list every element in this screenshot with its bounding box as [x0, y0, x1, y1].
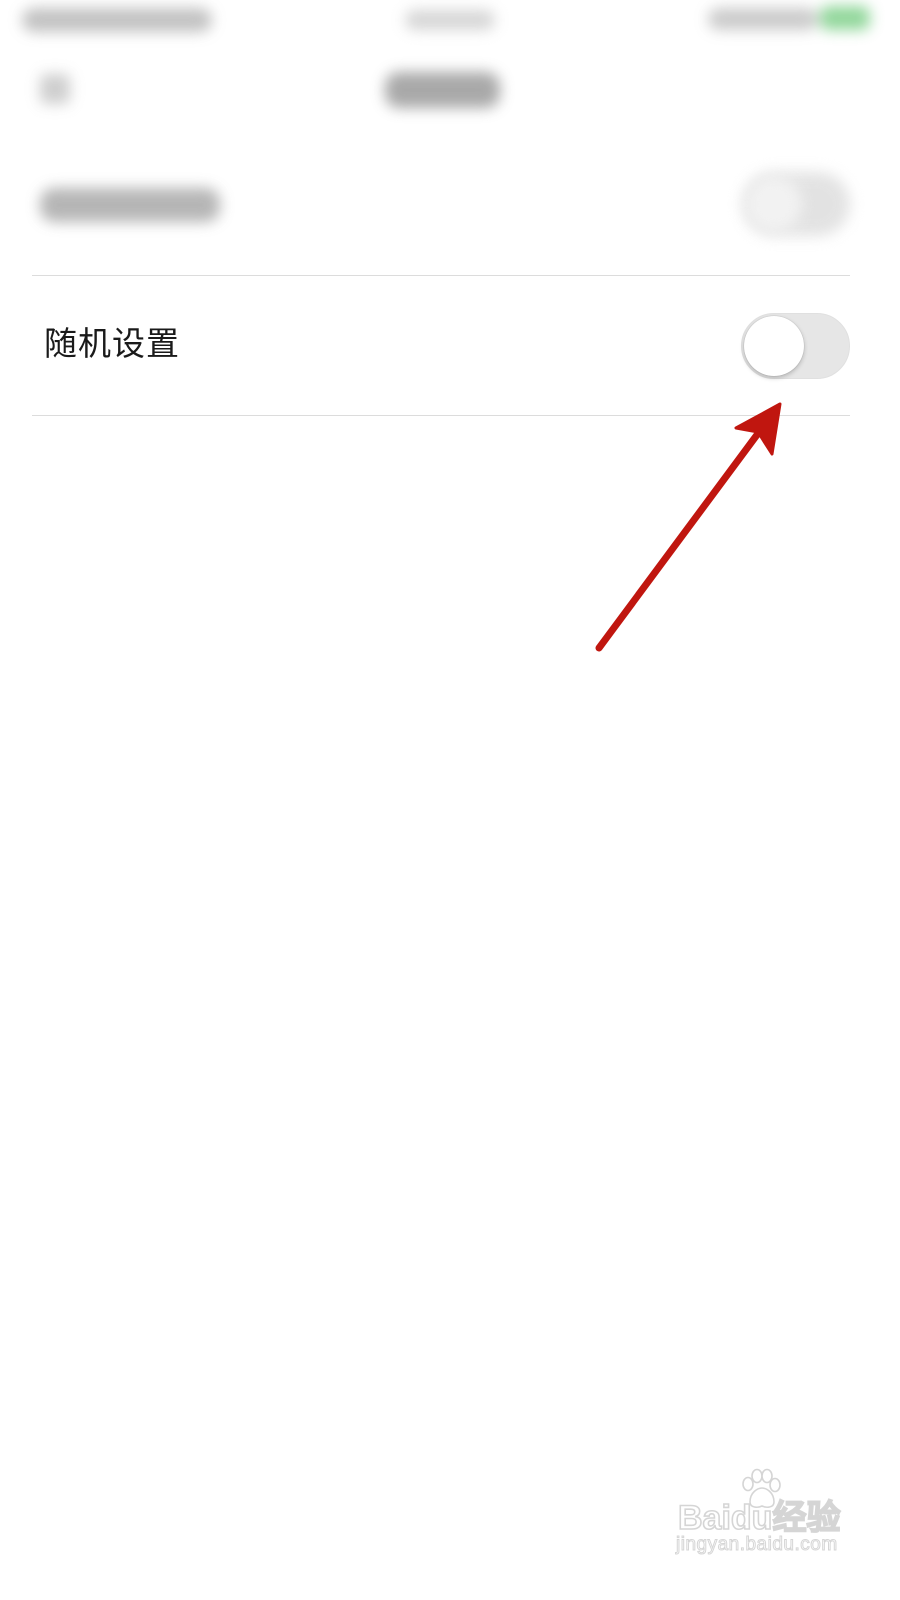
- back-arrow-icon[interactable]: [40, 74, 70, 104]
- settings-row-label: 随机设置: [44, 324, 180, 363]
- status-bar-blurred: [0, 0, 900, 50]
- random-setting-toggle[interactable]: [741, 313, 850, 379]
- settings-row-label-blurred: [40, 188, 220, 222]
- baidu-watermark: Baidu经验 jingyan.baidu.com: [672, 1468, 872, 1558]
- settings-screen: 随机设置 Baidu经验 jingyan.baidu.com: [0, 0, 900, 1600]
- status-time-blurred: [405, 10, 495, 30]
- settings-row-knob-blurred: [746, 176, 802, 232]
- annotation-arrow-icon: [595, 402, 782, 652]
- status-carrier-blurred: [22, 8, 212, 32]
- divider: [32, 415, 850, 416]
- toggle-knob: [744, 316, 804, 376]
- battery-icon: [820, 6, 870, 30]
- watermark-brand: Baidu经验: [677, 1498, 841, 1538]
- settings-row-random: 随机设置: [0, 276, 900, 415]
- nav-bar-blurred: [0, 50, 900, 130]
- status-indicators-blurred: [708, 8, 818, 30]
- watermark-url: jingyan.baidu.com: [676, 1534, 838, 1556]
- page-title-blurred: [385, 72, 500, 108]
